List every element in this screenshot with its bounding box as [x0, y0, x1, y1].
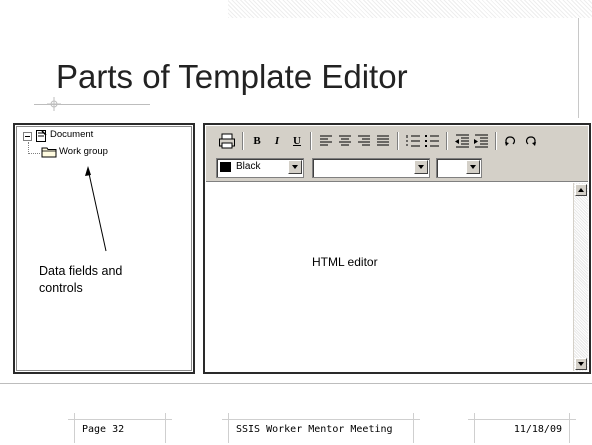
slide-guide-line	[578, 18, 579, 118]
editor-scrollbar[interactable]	[573, 183, 588, 371]
font-color-value: Black	[236, 161, 261, 172]
meeting-title: SSIS Worker Mentor Meeting	[236, 424, 393, 435]
outdent-icon[interactable]	[454, 132, 470, 150]
footer-divider	[0, 383, 592, 384]
indent-icon[interactable]	[473, 132, 489, 150]
scroll-down-button[interactable]	[575, 358, 587, 370]
align-left-icon[interactable]	[318, 132, 334, 150]
html-editor-area[interactable]: HTML editor	[206, 183, 588, 371]
print-icon[interactable]	[218, 132, 236, 150]
header-decoration	[228, 0, 592, 18]
footer-meeting: SSIS Worker Mentor Meeting	[222, 413, 420, 443]
align-right-icon[interactable]	[356, 132, 372, 150]
footer-page: Page 32	[68, 413, 172, 443]
toolbar-separator	[495, 132, 497, 150]
font-family-select[interactable]	[312, 158, 430, 178]
annotation-arrow	[85, 166, 107, 252]
color-swatch	[220, 162, 231, 172]
tree-item-document[interactable]: Document	[50, 129, 93, 140]
font-color-select[interactable]: Black	[216, 158, 304, 178]
page-number: Page 32	[82, 424, 125, 435]
tree-connector	[28, 153, 40, 154]
document-icon	[36, 130, 47, 142]
numbered-list-icon[interactable]	[405, 132, 421, 150]
html-editor-annotation: HTML editor	[312, 255, 378, 269]
chevron-down-icon[interactable]	[288, 160, 302, 174]
data-fields-pane[interactable]: Document Work group Data fields and cont…	[13, 123, 195, 374]
editor-toolbar: B I U Black	[206, 126, 588, 182]
bold-button[interactable]: B	[250, 132, 264, 150]
slide-title: Parts of Template Editor	[56, 58, 408, 95]
italic-button[interactable]: I	[270, 132, 284, 150]
footer-date-value: 11/18/09	[513, 424, 562, 435]
underline-button[interactable]: U	[290, 132, 304, 150]
collapse-toggle[interactable]	[23, 132, 32, 141]
bullet-list-icon[interactable]	[424, 132, 440, 150]
chevron-down-icon[interactable]	[466, 160, 480, 174]
justify-icon[interactable]	[375, 132, 391, 150]
crosshair-icon	[47, 97, 61, 111]
toolbar-separator	[310, 132, 312, 150]
folder-icon	[41, 147, 57, 158]
align-center-icon[interactable]	[337, 132, 353, 150]
toolbar-separator	[242, 132, 244, 150]
html-editor-pane: B I U Black HTML editor	[203, 123, 591, 374]
scroll-up-button[interactable]	[575, 184, 587, 196]
toolbar-separator	[397, 132, 399, 150]
undo-icon[interactable]	[503, 132, 519, 150]
redo-icon[interactable]	[522, 132, 538, 150]
chevron-down-icon[interactable]	[414, 160, 428, 174]
toolbar-separator	[446, 132, 448, 150]
footer-date: 11/18/09	[468, 413, 576, 443]
font-size-select[interactable]	[436, 158, 482, 178]
tree-item-work-group[interactable]: Work group	[59, 146, 108, 157]
data-fields-annotation: Data fields and controls	[39, 264, 123, 295]
